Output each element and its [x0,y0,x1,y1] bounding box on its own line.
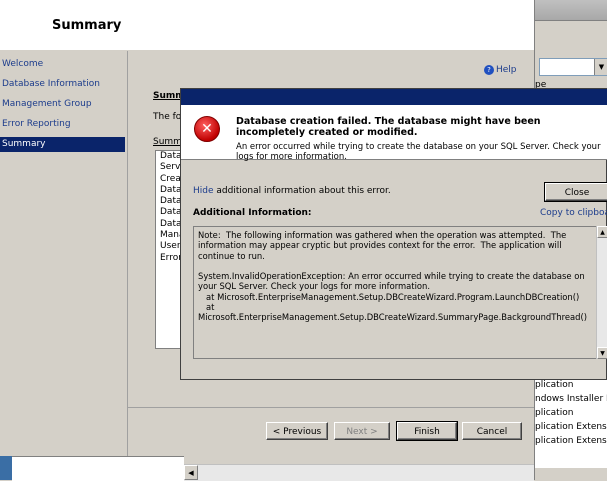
help-link[interactable]: ? Help [484,65,517,75]
hide-details-line: Hide additional information about this e… [193,186,391,196]
list-item[interactable]: plication [535,406,607,420]
error-title: Database creation failed. The database m… [236,116,541,138]
nav-item-welcome[interactable]: Welcome [0,57,125,72]
error-dialog: ✕ Database creation failed. The database… [180,88,607,380]
list-item[interactable]: plication Extension [535,434,607,448]
hide-details-text: additional information about this error. [213,186,391,196]
bottom-panel [12,456,184,481]
help-label: Help [496,65,517,75]
nav-item-management-group[interactable]: Management Group [0,97,125,112]
close-button[interactable]: Close [544,182,607,202]
error-icon: ✕ [194,116,220,142]
chevron-down-icon[interactable]: ▼ [594,59,607,75]
dialog-titlebar[interactable] [181,89,607,105]
nav-item-database-information[interactable]: Database Information [0,77,125,92]
divider [128,407,534,408]
desktop-edge [0,456,12,480]
next-button[interactable]: Next > [334,422,390,440]
details-scrollbar[interactable]: ▲ ▼ [596,226,607,359]
help-icon: ? [484,65,494,75]
cancel-button[interactable]: Cancel [462,422,522,440]
scroll-left-icon[interactable]: ◀ [184,465,198,480]
hide-details-link[interactable]: Hide [193,186,214,196]
error-details-box[interactable]: Note: The following information was gath… [193,226,607,359]
summary-intro: The fo [153,112,182,122]
copy-to-clipboard-link[interactable]: Copy to clipboard [540,208,607,218]
scroll-down-icon[interactable]: ▼ [597,347,607,359]
previous-button[interactable]: < Previous [266,422,328,440]
wizard-header: Summary [0,0,534,51]
list-item[interactable]: ndows Installer P... [535,392,607,406]
scroll-up-icon[interactable]: ▲ [597,226,607,238]
background-dropdown[interactable]: ▼ [539,58,607,76]
error-description: An error occurred while trying to create… [236,142,601,162]
nav-item-error-reporting[interactable]: Error Reporting [0,117,125,132]
list-item[interactable]: plication [535,378,607,392]
list-item[interactable]: plication Extension [535,420,607,434]
wizard-nav: Welcome Database Information Management … [0,51,128,456]
page-title: Summary [52,18,122,33]
nav-item-summary[interactable]: Summary [0,137,125,152]
additional-info-label: Additional Information: [193,208,312,218]
error-details-text: Note: The following information was gath… [198,230,588,323]
finish-button[interactable]: Finish [396,421,458,441]
horizontal-scrollbar[interactable]: ◀ [184,464,534,481]
background-list: plication ndows Installer P... plication… [535,378,607,468]
background-toolbar [535,0,607,21]
